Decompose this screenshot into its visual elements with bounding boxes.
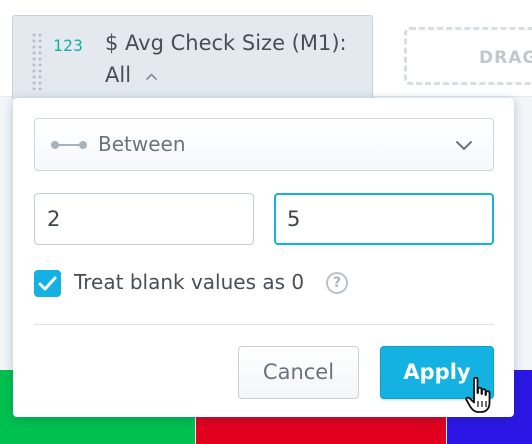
filter-title: $ Avg Check Size (M1): [105, 31, 347, 55]
operator-select[interactable]: Between [34, 118, 494, 171]
help-icon[interactable]: ? [326, 272, 348, 294]
drag-drop-zone[interactable]: DRAG [404, 27, 532, 85]
range-from-input[interactable] [34, 193, 254, 245]
range-to-input[interactable] [274, 193, 494, 245]
drag-zone-label: DRAG [479, 48, 532, 68]
chevron-down-icon [456, 141, 472, 150]
hand-cursor-icon [465, 376, 491, 413]
chevron-up-icon [146, 73, 157, 80]
treat-blank-label: Treat blank values as 0 [74, 270, 305, 294]
cancel-button[interactable]: Cancel [238, 346, 359, 399]
filter-value: All [105, 63, 132, 87]
treat-blank-checkbox[interactable] [34, 270, 61, 297]
divider [34, 324, 494, 325]
operator-label: Between [98, 132, 186, 156]
drag-handle-icon[interactable] [31, 32, 43, 90]
attribute-filter-chip[interactable]: 123 $ Avg Check Size (M1): All [12, 15, 373, 99]
metric-icon: 123 [53, 36, 84, 55]
between-icon [51, 141, 87, 149]
app-root: 123 $ Avg Check Size (M1): All DRAG Betw… [0, 0, 532, 444]
checkmark-icon [38, 276, 57, 291]
measure-filter-popup: Between Treat blank values as 0 ? Cancel… [13, 98, 514, 417]
